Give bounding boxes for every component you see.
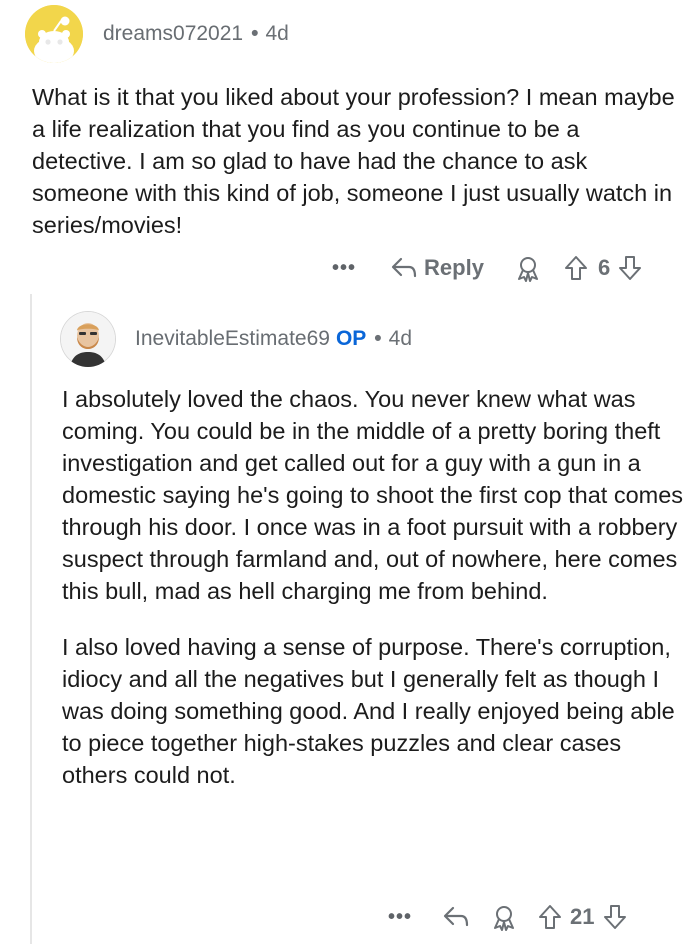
- reply-comment-body: I absolutely loved the chaos. You never …: [62, 383, 687, 815]
- reply-icon[interactable]: [390, 256, 418, 280]
- parent-comment-body: What is it that you liked about your pro…: [32, 84, 675, 238]
- reply-comment-meta: InevitableEstimate69 OP • 4d: [135, 327, 412, 351]
- parent-avatar-icon[interactable]: [25, 5, 83, 63]
- reply-avatar-icon[interactable]: [60, 311, 116, 367]
- parent-comment-actions: ••• Reply 6: [332, 251, 642, 285]
- more-options-button[interactable]: •••: [388, 906, 412, 929]
- upvote-icon[interactable]: [538, 904, 562, 930]
- vote-count: 21: [570, 904, 595, 929]
- parent-username[interactable]: dreams072021: [103, 22, 243, 45]
- parent-comment-age: 4d: [265, 22, 289, 45]
- meta-separator: •: [374, 327, 382, 350]
- award-icon[interactable]: [514, 254, 542, 282]
- reply-paragraph: I also loved having a sense of purpose. …: [62, 634, 675, 788]
- thread-line[interactable]: [30, 294, 32, 944]
- meta-separator: •: [251, 22, 259, 45]
- reply-comment-age: 4d: [388, 327, 413, 350]
- vote-count: 6: [597, 255, 611, 280]
- more-options-button[interactable]: •••: [332, 257, 356, 280]
- reply-button[interactable]: Reply: [424, 255, 484, 281]
- downvote-icon[interactable]: [618, 255, 642, 281]
- op-badge: OP: [335, 327, 367, 350]
- reply-icon[interactable]: [442, 905, 470, 929]
- parent-comment-meta: dreams072021 • 4d: [103, 22, 289, 46]
- reply-paragraph: I absolutely loved the chaos. You never …: [62, 386, 684, 604]
- comment-thread: dreams072021 • 4d What is it that you like…: [0, 0, 700, 944]
- upvote-icon[interactable]: [564, 255, 588, 281]
- award-icon[interactable]: [490, 903, 518, 931]
- reply-username[interactable]: InevitableEstimate69: [135, 327, 330, 350]
- downvote-icon[interactable]: [603, 904, 627, 930]
- reply-comment-actions: ••• 21: [388, 900, 627, 934]
